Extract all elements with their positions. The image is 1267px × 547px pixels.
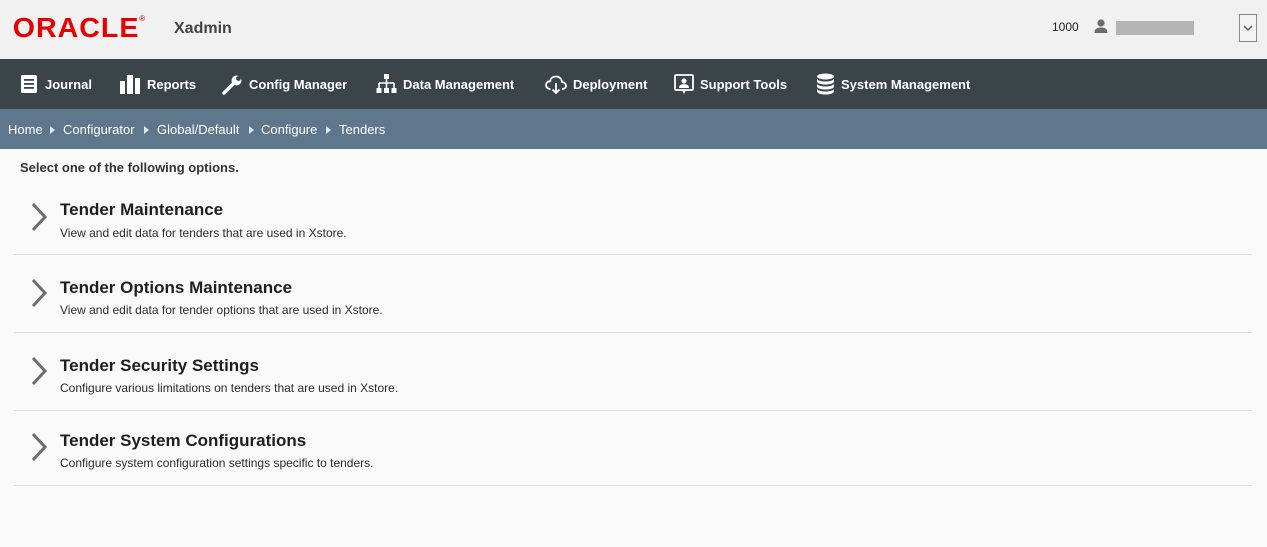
nav-config-manager[interactable]: Config Manager (222, 59, 347, 109)
support-icon (674, 73, 694, 94)
option-tender-security-settings[interactable]: Tender Security Settings Configure vario… (14, 333, 1252, 411)
nav-reports-label: Reports (147, 76, 197, 92)
option-tender-system-configurations[interactable]: Tender System Configurations Configure s… (14, 411, 1252, 486)
cloud-download-icon (545, 75, 567, 94)
option-title: Tender Maintenance (60, 200, 224, 219)
nav-data-management[interactable]: Data Management (376, 59, 514, 109)
store-number: 1000 (1052, 20, 1079, 34)
nav-deployment-label: Deployment (573, 76, 648, 92)
breadcrumb-current-tenders: Tenders (339, 121, 386, 137)
nav-journal-label: Journal (45, 76, 92, 92)
nav-support-tools[interactable]: Support Tools (674, 59, 787, 109)
chevron-right-icon (31, 356, 48, 386)
page-instructions: Select one of the following options. (20, 160, 239, 175)
nav-system-management-label: System Management (841, 76, 971, 92)
nav-config-manager-label: Config Manager (249, 76, 348, 92)
user-icon (1094, 19, 1108, 33)
brand-registered-mark: ® (139, 13, 146, 23)
breadcrumb: Home Configurator Global/Default Configu… (0, 109, 1267, 149)
nav-support-tools-label: Support Tools (700, 76, 788, 92)
option-description: Configure system configuration settings … (60, 456, 374, 470)
breadcrumb-global-default[interactable]: Global/Default (157, 109, 239, 149)
breadcrumb-separator-icon (144, 126, 149, 134)
option-title: Tender Security Settings (60, 356, 260, 375)
nav-data-management-label: Data Management (403, 76, 515, 92)
app-name: Xadmin (174, 20, 232, 37)
nav-deployment[interactable]: Deployment (545, 59, 647, 109)
hierarchy-icon (376, 74, 397, 93)
option-description: View and edit data for tender options th… (60, 303, 383, 317)
option-title: Tender Options Maintenance (60, 278, 293, 297)
option-description: Configure various limitations on tenders… (60, 381, 399, 395)
breadcrumb-configure[interactable]: Configure (261, 109, 317, 149)
journal-icon (21, 75, 37, 93)
breadcrumb-home[interactable]: Home (8, 109, 43, 149)
chevron-down-icon (1243, 25, 1253, 31)
user-name (1116, 21, 1194, 35)
option-tender-options-maintenance[interactable]: Tender Options Maintenance View and edit… (14, 255, 1252, 333)
nav-system-management[interactable]: System Management (816, 59, 970, 109)
oracle-logo: ORACLE ® (12, 12, 146, 43)
breadcrumb-separator-icon (50, 126, 55, 134)
chevron-right-icon (31, 278, 48, 308)
nav-reports[interactable]: Reports (120, 59, 196, 109)
option-description: View and edit data for tenders that are … (60, 226, 347, 240)
breadcrumb-separator-icon (249, 126, 254, 134)
nav-journal[interactable]: Journal (20, 59, 92, 109)
breadcrumb-separator-icon (326, 126, 331, 134)
user-menu-dropdown[interactable] (1239, 14, 1257, 42)
wrench-icon (222, 75, 242, 95)
main-nav: Journal Reports Config Manager Data Mana… (0, 59, 1267, 109)
database-icon (817, 73, 834, 95)
bar-chart-icon (120, 75, 140, 94)
chevron-right-icon (31, 202, 48, 232)
breadcrumb-configurator[interactable]: Configurator (63, 109, 135, 149)
option-title: Tender System Configurations (60, 431, 307, 450)
option-tender-maintenance[interactable]: Tender Maintenance View and edit data fo… (14, 188, 1252, 255)
brand-wordmark: ORACLE (12, 12, 140, 43)
chevron-right-icon (31, 432, 48, 462)
top-header: ORACLE ® Xadmin 1000 (0, 0, 1267, 59)
